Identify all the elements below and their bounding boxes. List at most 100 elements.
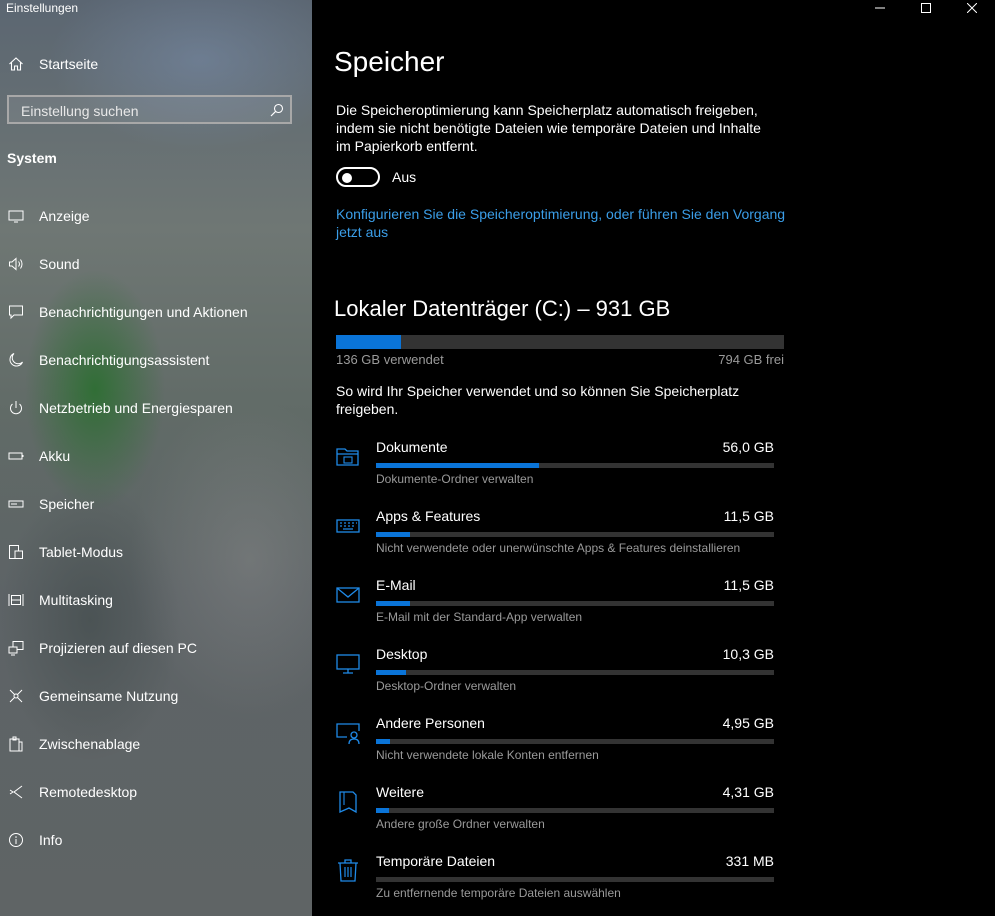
sidebar-item-netzbetrieb[interactable]: Netzbetrieb und Energiesparen <box>0 384 312 432</box>
window-controls <box>857 0 995 16</box>
category-weitere[interactable]: Weitere 4,31 GB Andere große Ordner verw… <box>312 776 995 845</box>
sidebar-item-label: Gemeinsame Nutzung <box>39 688 179 704</box>
drive-title: Lokaler Datenträger (C:) – 931 GB <box>334 296 671 321</box>
configure-storage-sense-link[interactable]: Konfigurieren Sie die Speicheroptimierun… <box>336 205 796 241</box>
drive-usage-fill <box>336 335 402 349</box>
tablet-icon <box>8 544 24 560</box>
sidebar-item-anzeige[interactable]: Anzeige <box>0 192 312 240</box>
sidebar-item-info[interactable]: Info <box>0 816 312 864</box>
minimize-button[interactable] <box>857 0 903 16</box>
file-icon <box>335 788 361 814</box>
mail-icon <box>335 581 361 607</box>
category-e-mail[interactable]: E-Mail 11,5 GB E-Mail mit der Standard-A… <box>312 569 995 638</box>
category-usage-bar <box>376 739 774 744</box>
maximize-button[interactable] <box>903 0 949 16</box>
home-icon <box>8 56 24 72</box>
battery-icon <box>8 448 24 464</box>
category-usage-fill <box>376 463 540 468</box>
multitasking-icon <box>8 592 24 608</box>
category-size: 11,5 GB <box>723 577 774 593</box>
clipboard-icon <box>8 736 24 752</box>
category-usage-fill <box>376 808 389 813</box>
storage-icon <box>8 496 24 512</box>
sidebar-item-remotedesktop[interactable]: Remotedesktop <box>0 768 312 816</box>
sidebar-item-benachrichtigungen[interactable]: Benachrichtigungen und Aktionen <box>0 288 312 336</box>
sidebar-item-benachrichtigungsassistent[interactable]: Benachrichtigungsassistent <box>0 336 312 384</box>
drive-free-label: 794 GB frei <box>718 352 784 367</box>
search-input[interactable] <box>19 101 263 121</box>
category-size: 4,31 GB <box>722 784 774 800</box>
notification-icon <box>8 304 24 320</box>
keyboard-icon <box>335 512 361 538</box>
category-description: Desktop-Ordner verwalten <box>376 679 517 693</box>
search-box[interactable] <box>7 95 292 124</box>
sidebar-item-label: Benachrichtigungen und Aktionen <box>39 304 248 320</box>
page-title: Speicher <box>334 46 445 77</box>
moon-icon <box>8 352 24 368</box>
category-usage-fill <box>376 532 410 537</box>
storage-category-list: Dokumente 56,0 GB Dokumente-Ordner verwa… <box>312 431 995 914</box>
storage-sense-toggle[interactable] <box>336 167 380 187</box>
info-icon <box>8 832 24 848</box>
category-usage-bar <box>376 463 774 468</box>
category-apps-features[interactable]: Apps & Features 11,5 GB Nicht verwendete… <box>312 500 995 569</box>
nav-home[interactable]: Startseite <box>0 48 312 80</box>
category-size: 4,95 GB <box>722 715 774 731</box>
sidebar-item-sound[interactable]: Sound <box>0 240 312 288</box>
nav-home-label: Startseite <box>39 56 99 72</box>
category-size: 331 MB <box>725 853 774 869</box>
share-icon <box>8 688 24 704</box>
trash-icon <box>335 857 361 883</box>
sidebar-item-label: Multitasking <box>39 592 113 608</box>
category-description: E-Mail mit der Standard-App verwalten <box>376 610 583 624</box>
category-description: Nicht verwendete oder unerwünschte Apps … <box>376 541 741 555</box>
sidebar-item-zwischenablage[interactable]: Zwischenablage <box>0 720 312 768</box>
power-icon <box>8 400 24 416</box>
sidebar: Einstellungen Startseite System Anzeige … <box>0 0 312 916</box>
category-size: 10,3 GB <box>722 646 774 662</box>
category-usage-fill <box>376 739 391 744</box>
sidebar-item-label: Zwischenablage <box>39 736 141 752</box>
category-description: Dokumente-Ordner verwalten <box>376 472 534 486</box>
category-description: Andere große Ordner verwalten <box>376 817 545 831</box>
sidebar-item-label: Speicher <box>39 496 95 512</box>
sidebar-item-label: Anzeige <box>39 208 90 224</box>
sidebar-item-label: Akku <box>39 448 71 464</box>
nav-list: Anzeige Sound Benachrichtigungen und Akt… <box>0 192 312 864</box>
search-icon[interactable] <box>270 103 284 117</box>
section-heading: System <box>7 150 57 166</box>
sidebar-item-multitasking[interactable]: Multitasking <box>0 576 312 624</box>
minimize-icon <box>875 7 885 9</box>
category-usage-fill <box>376 670 406 675</box>
drive-usage-bar <box>336 335 784 349</box>
close-icon <box>967 3 977 13</box>
category-size: 11,5 GB <box>723 508 774 524</box>
sidebar-item-projizieren[interactable]: Projizieren auf diesen PC <box>0 624 312 672</box>
category-size: 56,0 GB <box>722 439 774 455</box>
display-icon <box>8 208 24 224</box>
remote-desktop-icon <box>8 784 24 800</box>
sidebar-item-akku[interactable]: Akku <box>0 432 312 480</box>
category-usage-bar <box>376 670 774 675</box>
category-andere-personen[interactable]: Andere Personen 4,95 GB Nicht verwendete… <box>312 707 995 776</box>
category-usage-bar <box>376 877 774 882</box>
main-content: Speicher Die Speicheroptimierung kann Sp… <box>312 0 995 916</box>
sidebar-item-label: Netzbetrieb und Energiesparen <box>39 400 233 416</box>
sidebar-item-label: Sound <box>39 256 80 272</box>
category-temporaere-dateien[interactable]: Temporäre Dateien 331 MB Zu entfernende … <box>312 845 995 914</box>
sidebar-item-speicher[interactable]: Speicher <box>0 480 312 528</box>
category-desktop[interactable]: Desktop 10,3 GB Desktop-Ordner verwalten <box>312 638 995 707</box>
close-button[interactable] <box>949 0 995 16</box>
project-icon <box>8 640 24 656</box>
sidebar-item-label: Info <box>39 832 63 848</box>
sidebar-item-tablet-modus[interactable]: Tablet-Modus <box>0 528 312 576</box>
category-usage-bar <box>376 532 774 537</box>
category-dokumente[interactable]: Dokumente 56,0 GB Dokumente-Ordner verwa… <box>312 431 995 500</box>
sidebar-item-gemeinsame-nutzung[interactable]: Gemeinsame Nutzung <box>0 672 312 720</box>
category-usage-fill <box>376 601 410 606</box>
category-usage-bar <box>376 808 774 813</box>
toggle-state-label: Aus <box>392 169 417 185</box>
sidebar-item-label: Benachrichtigungsassistent <box>39 352 210 368</box>
folder-icon <box>335 443 361 469</box>
category-usage-bar <box>376 601 774 606</box>
